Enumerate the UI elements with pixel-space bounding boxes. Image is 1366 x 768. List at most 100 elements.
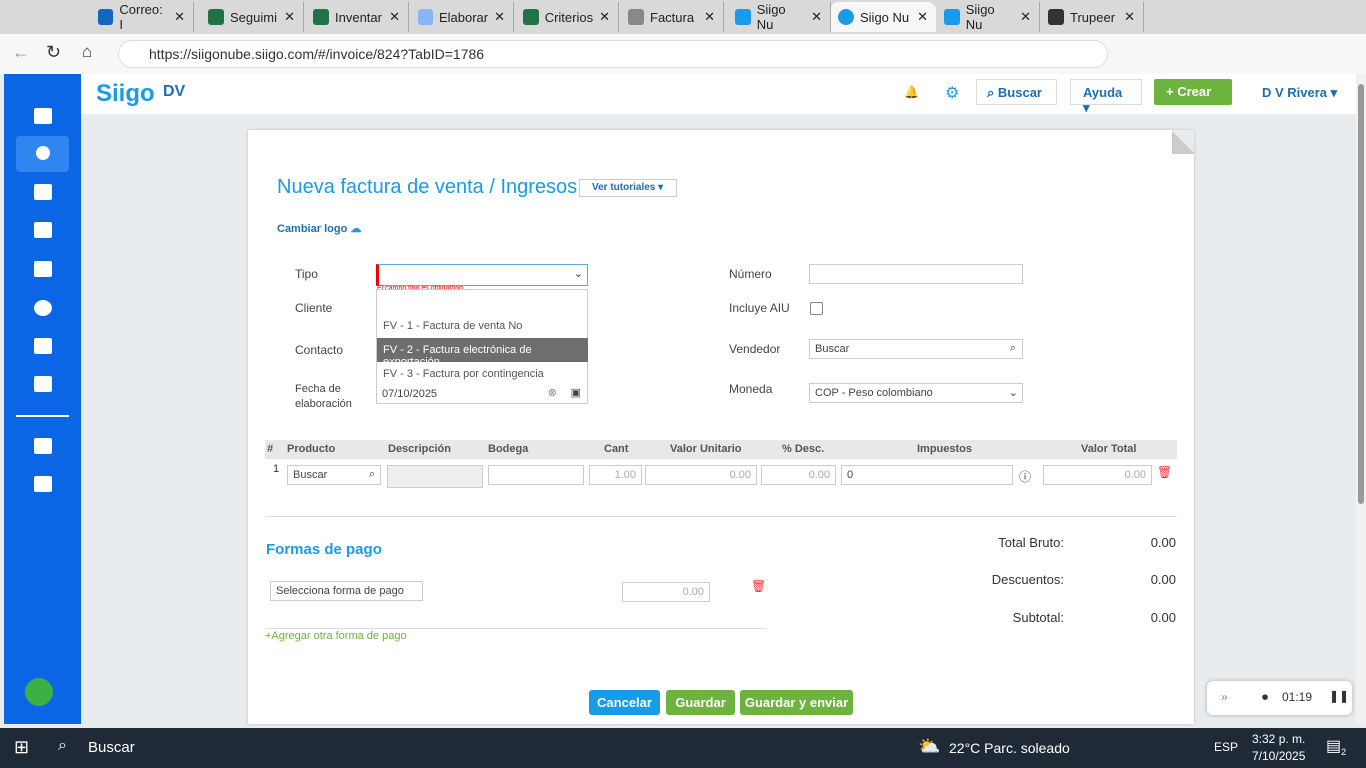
vendedor-input[interactable]: Buscar ⌕ [809, 339, 1023, 359]
tab-favicon-icon [944, 9, 960, 25]
back-icon[interactable]: ← [12, 42, 30, 63]
close-icon[interactable]: ✕ [284, 9, 295, 25]
user-menu[interactable]: D V Rivera ▾ [1262, 85, 1337, 101]
book-icon[interactable] [34, 222, 52, 238]
scrollbar[interactable] [1356, 74, 1366, 724]
home-icon[interactable] [34, 108, 52, 124]
help-button[interactable]: Ayuda ▾ [1070, 79, 1142, 115]
moneda-select[interactable]: COP - Peso colombiano ⌄ [809, 383, 1023, 403]
home-icon[interactable]: ⌂ [82, 42, 92, 62]
clock-date[interactable]: 7/10/2025 [1252, 749, 1305, 763]
th-valor-unitario: Valor Unitario [670, 443, 742, 455]
pause-icon[interactable]: ❚❚ [1329, 689, 1349, 703]
desc-input[interactable]: 0.00 [761, 465, 836, 485]
reload-icon[interactable]: ↻ [46, 42, 61, 63]
url-input[interactable]: https://siigonube.siigo.com/#/invoice/82… [118, 40, 1108, 68]
descripcion-input[interactable] [387, 465, 483, 488]
calendar-icon[interactable]: ▣ [571, 386, 581, 399]
document-icon[interactable] [34, 338, 52, 354]
windows-icon[interactable]: ⊞ [14, 737, 29, 758]
handshake-icon[interactable] [34, 438, 52, 454]
tipo-select[interactable]: ⌄ [376, 264, 588, 286]
close-icon[interactable]: ✕ [494, 9, 505, 25]
tab-active[interactable]: Siigo Nu ✕ [830, 2, 936, 32]
notification-count: 2 [1341, 747, 1347, 758]
browser-tab[interactable]: Siigo Nu ✕ [727, 2, 831, 32]
tax-info-icon[interactable]: ⓘ [1019, 468, 1031, 485]
bank-icon[interactable] [34, 261, 52, 277]
total-bruto-value: 0.00 [1150, 535, 1176, 550]
browser-tab[interactable]: Factura ✕ [620, 2, 724, 32]
valor-unitario-input[interactable]: 0.00 [645, 465, 757, 485]
trash-icon[interactable]: 🗑 [1157, 465, 1172, 479]
weather-text[interactable]: 22°C Parc. soleado [949, 740, 1070, 756]
create-button[interactable]: + Crear [1154, 79, 1232, 105]
tab-favicon-icon [1048, 9, 1064, 25]
close-icon[interactable]: ✕ [599, 9, 610, 25]
browser-tab[interactable]: Trupeer ✕ [1040, 2, 1144, 32]
help-label: Ayuda [1083, 85, 1123, 100]
cant-input[interactable]: 1.00 [589, 465, 642, 485]
language[interactable]: ESP [1214, 740, 1238, 754]
impuestos-input[interactable]: 0 [841, 465, 1013, 485]
tab-favicon-icon [628, 9, 644, 25]
notification-icon[interactable]: ▤2 [1326, 736, 1346, 757]
bag-icon[interactable] [34, 184, 52, 200]
close-icon[interactable]: ✕ [917, 9, 928, 25]
taskbar: ⊞ ⌕ Buscar ⛅ 22°C Parc. soleado ESP 3:32… [0, 728, 1366, 768]
recorder-widget: » ⏺ 01:19 ❚❚ [1207, 681, 1352, 715]
browser-tab[interactable]: Elaborar ✕ [410, 2, 514, 32]
tab-label: Elaborar [438, 9, 489, 25]
expand-icon[interactable]: » [1221, 690, 1228, 704]
browser-tab[interactable]: Criterios ✕ [515, 2, 619, 32]
gear-icon[interactable]: ⚙ [945, 83, 959, 103]
page-fold [1172, 130, 1194, 154]
clear-icon[interactable]: ⊗ [548, 386, 557, 399]
cart-icon[interactable] [34, 476, 52, 492]
close-icon[interactable]: ✕ [704, 9, 715, 25]
close-icon[interactable]: ✕ [1124, 9, 1135, 25]
bell-icon[interactable]: 🔔 [904, 85, 919, 99]
producto-input[interactable]: Buscar ⌕ [287, 465, 381, 485]
search-icon: ⌕ [58, 737, 67, 754]
close-icon[interactable]: ✕ [811, 9, 822, 25]
add-payment-link[interactable]: +Agregar otra forma de pago [265, 630, 407, 642]
numero-label: Número [729, 267, 772, 281]
clock-time[interactable]: 3:32 p. m. [1252, 732, 1305, 746]
payment-title: Formas de pago [266, 541, 382, 558]
divider [265, 628, 767, 629]
tipo-option-highlighted[interactable]: FV - 2 - Factura electrónica de exportac… [377, 338, 588, 368]
close-icon[interactable]: ✕ [389, 9, 400, 25]
browser-tab[interactable]: Seguimi ✕ [200, 2, 304, 32]
sidebar-item-sales[interactable] [16, 136, 69, 172]
tab-label: Trupeer [1070, 9, 1116, 25]
taskbar-search[interactable]: Buscar [88, 739, 135, 756]
save-send-button[interactable]: Guardar y enviar [740, 690, 853, 715]
megaphone-icon[interactable] [25, 678, 53, 706]
cancel-button[interactable]: Cancelar [589, 690, 660, 715]
close-icon[interactable]: ✕ [174, 9, 185, 25]
change-logo-label: Cambiar logo [277, 223, 348, 235]
browser-tab[interactable]: Siigo Nu ✕ [936, 2, 1040, 32]
clipboard-icon[interactable] [34, 376, 52, 392]
divider [16, 415, 69, 417]
numero-input[interactable] [809, 264, 1023, 284]
money-icon [35, 146, 50, 160]
tutorials-button[interactable]: Ver tutoriales ▾ [579, 179, 677, 197]
change-logo-link[interactable]: Cambiar logo ☁ [277, 222, 361, 235]
tab-label: Criterios [544, 9, 594, 25]
browser-tab[interactable]: Correo: I ✕ [90, 2, 194, 32]
close-icon[interactable]: ✕ [1020, 9, 1031, 25]
tipo-option[interactable]: FV - 1 - Factura de venta No [377, 314, 588, 338]
save-button[interactable]: Guardar [666, 690, 735, 715]
aiu-checkbox[interactable] [810, 302, 823, 315]
trash-icon[interactable]: 🗑 [751, 579, 766, 593]
payment-method-select[interactable]: Selecciona forma de pago [270, 581, 423, 601]
payment-amount-input[interactable]: 0.00 [622, 582, 710, 602]
fecha-input[interactable]: 07/10/2025 ⊗ ▣ [376, 385, 588, 404]
search-button[interactable]: ⌕ Buscar [976, 79, 1057, 105]
bodega-input[interactable] [488, 465, 584, 485]
tipo-option[interactable]: FV - 3 - Factura por contingencia [377, 362, 588, 386]
user-icon[interactable] [34, 300, 52, 316]
browser-tab[interactable]: Inventar ✕ [305, 2, 409, 32]
